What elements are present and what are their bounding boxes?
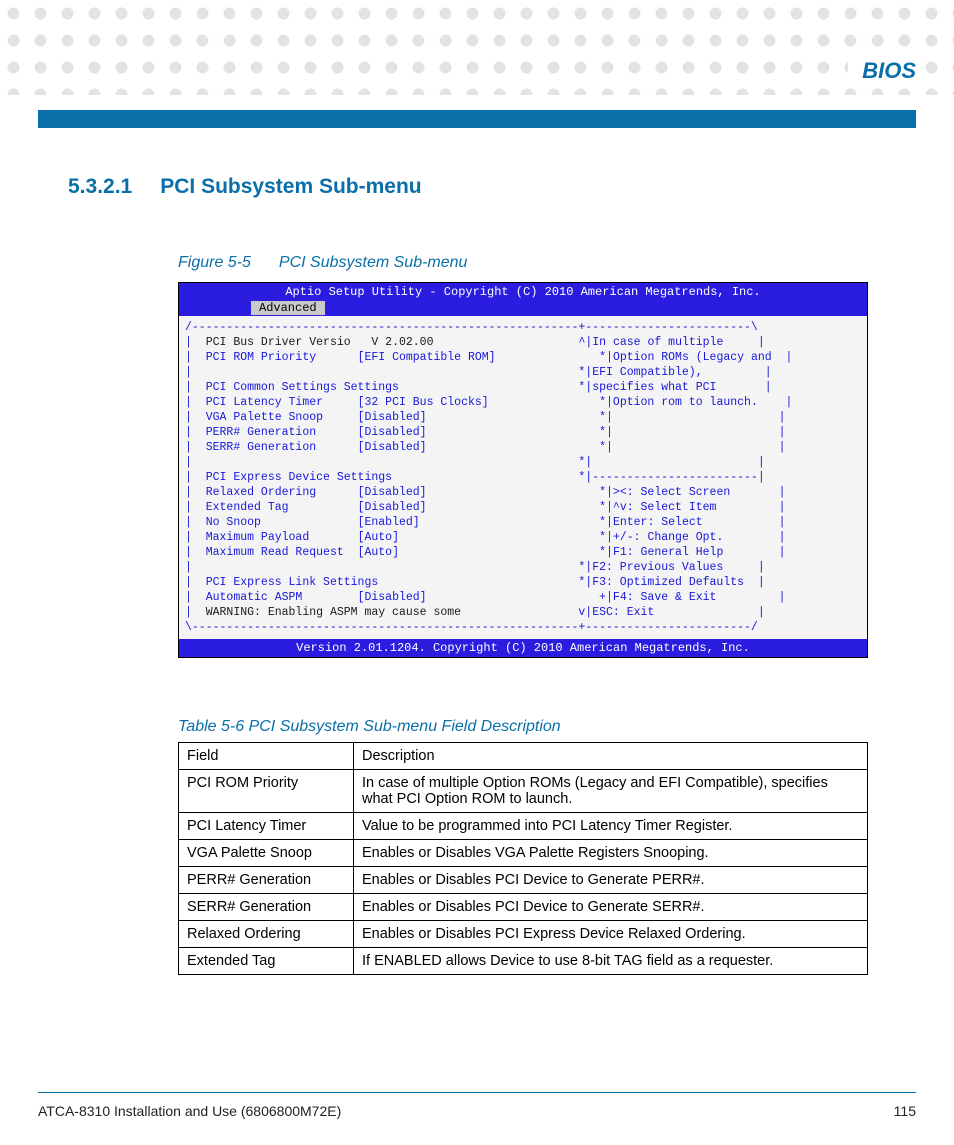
figure-title: PCI Subsystem Sub-menu <box>279 254 468 271</box>
table-header-desc: Description <box>354 743 868 770</box>
bios-active-tab: Advanced <box>251 301 325 315</box>
header-rule <box>38 110 916 128</box>
desc-cell: In case of multiple Option ROMs (Legacy … <box>354 770 868 813</box>
footer-rule <box>38 1092 916 1093</box>
field-cell: PCI Latency Timer <box>179 813 354 840</box>
table-caption: Table 5-6 PCI Subsystem Sub-menu Field D… <box>178 718 886 736</box>
bios-header: Aptio Setup Utility - Copyright (C) 2010… <box>179 283 867 301</box>
table-header-row: Field Description <box>179 743 868 770</box>
table-row: PCI ROM PriorityIn case of multiple Opti… <box>179 770 868 813</box>
field-cell: Extended Tag <box>179 948 354 975</box>
footer-doc-id: ATCA-8310 Installation and Use (6806800M… <box>38 1103 341 1119</box>
bios-tab-row: Advanced <box>179 301 867 316</box>
desc-cell: Enables or Disables PCI Device to Genera… <box>354 867 868 894</box>
field-description-table: Field Description PCI ROM PriorityIn cas… <box>178 742 868 975</box>
desc-cell: Enables or Disables VGA Palette Register… <box>354 840 868 867</box>
figure-caption: Figure 5-5 PCI Subsystem Sub-menu <box>178 254 886 272</box>
desc-cell: Enables or Disables PCI Device to Genera… <box>354 894 868 921</box>
table-row: PERR# GenerationEnables or Disables PCI … <box>179 867 868 894</box>
chapter-title: BIOS <box>848 58 916 84</box>
desc-cell: Enables or Disables PCI Express Device R… <box>354 921 868 948</box>
bios-screenshot: Aptio Setup Utility - Copyright (C) 2010… <box>178 282 868 658</box>
table-row: SERR# GenerationEnables or Disables PCI … <box>179 894 868 921</box>
table-row: Extended TagIf ENABLED allows Device to … <box>179 948 868 975</box>
figure-label: Figure 5-5 <box>178 254 251 271</box>
page-number: 115 <box>894 1103 916 1119</box>
field-cell: VGA Palette Snoop <box>179 840 354 867</box>
field-cell: PCI ROM Priority <box>179 770 354 813</box>
desc-cell: If ENABLED allows Device to use 8-bit TA… <box>354 948 868 975</box>
decorative-dot-band <box>0 0 954 95</box>
bios-body: /---------------------------------------… <box>179 316 867 639</box>
table-row: PCI Latency TimerValue to be programmed … <box>179 813 868 840</box>
table-header-field: Field <box>179 743 354 770</box>
field-cell: SERR# Generation <box>179 894 354 921</box>
section-number: 5.3.2.1 <box>68 175 132 199</box>
bios-footer: Version 2.01.1204. Copyright (C) 2010 Am… <box>179 639 867 657</box>
table-row: Relaxed OrderingEnables or Disables PCI … <box>179 921 868 948</box>
field-cell: PERR# Generation <box>179 867 354 894</box>
table-row: VGA Palette SnoopEnables or Disables VGA… <box>179 840 868 867</box>
desc-cell: Value to be programmed into PCI Latency … <box>354 813 868 840</box>
field-cell: Relaxed Ordering <box>179 921 354 948</box>
section-title: PCI Subsystem Sub-menu <box>160 175 421 199</box>
section-heading: 5.3.2.1 PCI Subsystem Sub-menu <box>68 175 886 199</box>
